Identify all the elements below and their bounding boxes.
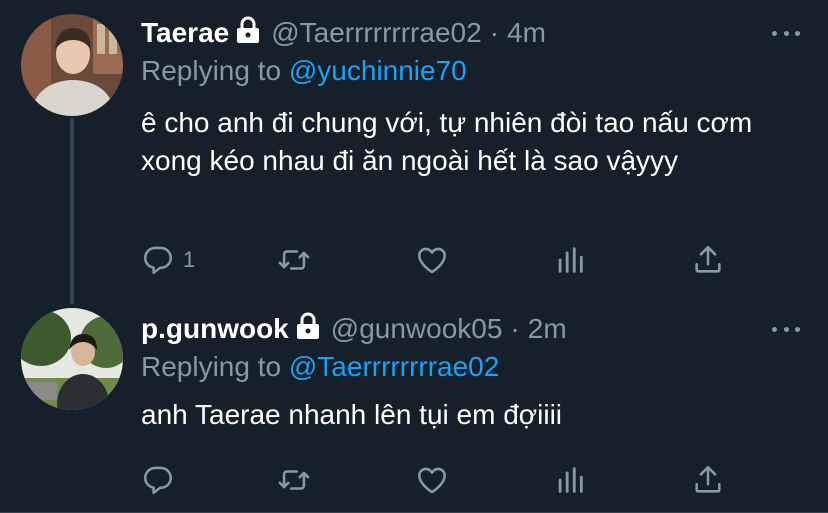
mention-link[interactable]: @yuchinnie70 bbox=[289, 55, 467, 86]
retweet-icon bbox=[278, 250, 310, 270]
lock-icon bbox=[235, 16, 261, 51]
retweet-button[interactable] bbox=[277, 240, 311, 280]
more-options-icon[interactable] bbox=[772, 324, 800, 334]
like-icon bbox=[417, 467, 447, 494]
reply-icon bbox=[143, 246, 173, 275]
reply-button[interactable]: 1 bbox=[141, 240, 195, 280]
tweet-text: ê cho anh đi chung với, tự nhiên đòi tao… bbox=[141, 107, 753, 176]
retweet-button[interactable] bbox=[277, 460, 311, 500]
tweet[interactable]: Taerae @Taerrrrrrrrae02 · 4m Replying to… bbox=[0, 0, 828, 304]
share-button[interactable] bbox=[691, 460, 725, 500]
timestamp[interactable]: 2m bbox=[528, 313, 567, 345]
analytics-button[interactable] bbox=[553, 240, 587, 280]
replying-to: Replying to @yuchinnie70 bbox=[141, 55, 467, 87]
analytics-button[interactable] bbox=[553, 460, 587, 500]
separator: · bbox=[510, 313, 520, 344]
share-icon bbox=[695, 465, 721, 493]
display-name[interactable]: Taerae bbox=[141, 17, 229, 49]
retweet-icon bbox=[278, 470, 310, 490]
user-handle[interactable]: @Taerrrrrrrrae02 bbox=[271, 17, 481, 49]
thread-line bbox=[70, 118, 74, 304]
tweet-header: p.gunwook @gunwook05 · 2m bbox=[141, 309, 567, 349]
tweet-actions bbox=[141, 460, 731, 500]
like-icon bbox=[417, 247, 447, 274]
reply-icon bbox=[143, 466, 173, 495]
avatar[interactable] bbox=[21, 308, 123, 410]
tweet-header: Taerae @Taerrrrrrrrae02 · 4m bbox=[141, 13, 546, 53]
display-name[interactable]: p.gunwook bbox=[141, 313, 289, 345]
timestamp[interactable]: 4m bbox=[507, 17, 546, 49]
mention-link[interactable]: @Taerrrrrrrrae02 bbox=[289, 351, 499, 382]
tweet[interactable]: p.gunwook @gunwook05 · 2m Replying to @T… bbox=[0, 296, 828, 513]
more-options-icon[interactable] bbox=[772, 28, 800, 38]
replying-label: Replying to bbox=[141, 351, 282, 382]
share-button[interactable] bbox=[691, 240, 725, 280]
reply-count: 1 bbox=[183, 247, 196, 272]
tweet-actions: 1 bbox=[141, 240, 731, 280]
share-icon bbox=[695, 245, 721, 273]
like-button[interactable] bbox=[415, 460, 449, 500]
user-handle[interactable]: @gunwook05 bbox=[331, 313, 503, 345]
separator: · bbox=[489, 17, 499, 48]
replying-label: Replying to bbox=[141, 55, 282, 86]
tweet-text: anh Taerae nhanh lên tụi em đợiiii bbox=[141, 399, 563, 430]
avatar[interactable] bbox=[21, 14, 123, 116]
reply-button[interactable] bbox=[141, 460, 183, 500]
like-button[interactable] bbox=[415, 240, 449, 280]
analytics-icon bbox=[558, 247, 583, 273]
analytics-icon bbox=[558, 467, 583, 493]
lock-icon bbox=[295, 312, 321, 347]
replying-to: Replying to @Taerrrrrrrrae02 bbox=[141, 351, 499, 383]
